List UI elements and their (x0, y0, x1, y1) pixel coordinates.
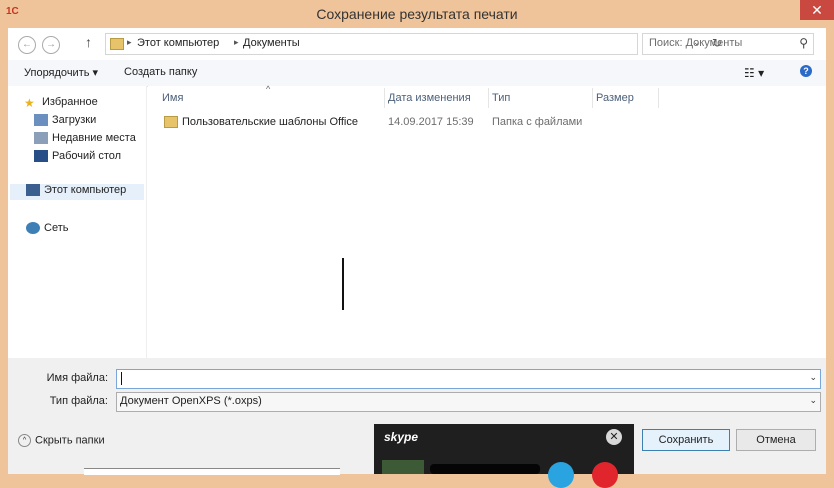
crumb-separator-icon: ▸ (127, 37, 132, 47)
filetype-select[interactable]: Документ OpenXPS (*.oxps) ⌄ (116, 392, 821, 412)
column-divider[interactable] (658, 88, 659, 108)
skype-overlay: skype ✕ (374, 424, 634, 488)
address-field[interactable]: ▸ Этот компьютер ▸ Документы ⌄ ↻ (105, 33, 722, 55)
filename-label: Имя файла: (46, 372, 108, 384)
file-name-cell[interactable]: Пользовательские шаблоны Office (164, 116, 358, 129)
address-bar: ← → ↑ ▸ Этот компьютер ▸ Документы ⌄ ↻ П… (8, 28, 826, 60)
nav-desktop[interactable]: Рабочий стол (34, 150, 121, 166)
dialog-client: ← → ↑ ▸ Этот компьютер ▸ Документы ⌄ ↻ П… (8, 28, 826, 474)
hide-folders-button[interactable]: ^ Скрыть папки (18, 434, 105, 447)
network-icon (26, 222, 40, 235)
nav-label: Этот компьютер (44, 184, 127, 197)
folder-icon (110, 38, 124, 50)
navigation-pane: ★ Избранное Загрузки Недавние места Рабоч… (8, 86, 147, 358)
computer-icon (26, 184, 40, 197)
call-button[interactable] (548, 462, 574, 488)
nav-label: Недавние места (52, 132, 136, 145)
cancel-button[interactable]: Отмена (736, 429, 816, 451)
crumb-separator-icon: ▸ (234, 37, 239, 47)
nav-label: Сеть (44, 222, 69, 235)
up-button[interactable]: ↑ (85, 34, 92, 50)
command-toolbar: Упорядочить ▾ Создать папку ☷ ▾ ? (8, 60, 826, 87)
organize-button[interactable]: Упорядочить ▾ (24, 66, 98, 79)
file-date: 14.09.2017 15:39 (388, 116, 474, 128)
nav-label: Рабочий стол (52, 150, 122, 163)
star-icon: ★ (24, 96, 35, 111)
close-window-button[interactable]: ✕ (800, 0, 834, 20)
title-bar[interactable]: 1С Сохранение результата печати ✕ (0, 0, 834, 28)
nav-recent[interactable]: Недавние места (34, 132, 136, 148)
view-options-button[interactable]: ☷ ▾ (744, 66, 764, 80)
filetype-label: Тип файла: (49, 395, 108, 407)
filename-input[interactable]: ⌄ (116, 369, 821, 389)
forward-button[interactable]: → (42, 36, 60, 54)
hangup-button[interactable] (592, 462, 618, 488)
nav-label: Избранное (42, 96, 98, 109)
nav-downloads[interactable]: Загрузки (34, 114, 96, 130)
sort-ascending-icon: ^ (266, 84, 271, 94)
help-icon[interactable]: ? (800, 65, 812, 77)
crumb-computer[interactable]: Этот компьютер (137, 37, 219, 49)
back-button[interactable]: ← (18, 36, 36, 54)
pen-mark (342, 258, 344, 310)
nav-network[interactable]: Сеть (26, 222, 68, 238)
nav-favorites[interactable]: ★ Избранное (24, 96, 98, 112)
new-folder-button[interactable]: Создать папку (124, 66, 197, 78)
chevron-up-icon: ^ (18, 434, 31, 447)
skype-logo: skype (384, 430, 419, 444)
chevron-down-icon: ▾ (758, 66, 765, 80)
text-caret (121, 372, 122, 385)
nav-this-computer[interactable]: Этот компьютер (10, 184, 144, 200)
search-icon[interactable]: ⚲ (799, 36, 808, 50)
column-divider[interactable] (592, 88, 593, 108)
column-type[interactable]: Тип (492, 92, 510, 104)
recent-places-icon (34, 132, 48, 145)
window-title: Сохранение результата печати (316, 6, 518, 22)
downloads-icon (34, 114, 48, 127)
file-list: ^ Имя Дата изменения Тип Размер Пользова… (148, 84, 826, 358)
view-list-icon: ☷ (744, 66, 755, 80)
column-size[interactable]: Размер (596, 92, 634, 104)
nav-label: Загрузки (52, 114, 97, 127)
search-input[interactable]: Поиск: Документы (649, 37, 742, 49)
chevron-down-icon[interactable]: ⌄ (809, 372, 817, 383)
search-box[interactable]: Поиск: Документы ⚲ (642, 33, 814, 55)
chevron-down-icon: ▾ (92, 67, 99, 79)
filetype-value: Документ OpenXPS (*.oxps) (120, 395, 262, 407)
save-dialog-window: 1С Сохранение результата печати ✕ ← → ↑ … (0, 0, 834, 488)
avatar (382, 460, 424, 474)
column-name[interactable]: Имя (162, 92, 183, 104)
desktop-icon (34, 150, 48, 163)
save-button[interactable]: Сохранить (642, 429, 730, 451)
file-type: Папка с файлами (492, 116, 583, 128)
folder-icon (164, 116, 178, 129)
column-divider[interactable] (384, 88, 385, 108)
column-divider[interactable] (488, 88, 489, 108)
hide-folders-label: Скрыть папки (35, 434, 105, 447)
close-icon[interactable]: ✕ (606, 429, 622, 445)
column-date[interactable]: Дата изменения (388, 92, 471, 104)
crumb-documents[interactable]: Документы (243, 37, 300, 49)
organize-label: Упорядочить (24, 67, 90, 79)
chevron-down-icon[interactable]: ⌄ (809, 395, 817, 406)
file-name: Пользовательские шаблоны Office (182, 116, 358, 128)
redacted-scribble (430, 464, 540, 474)
